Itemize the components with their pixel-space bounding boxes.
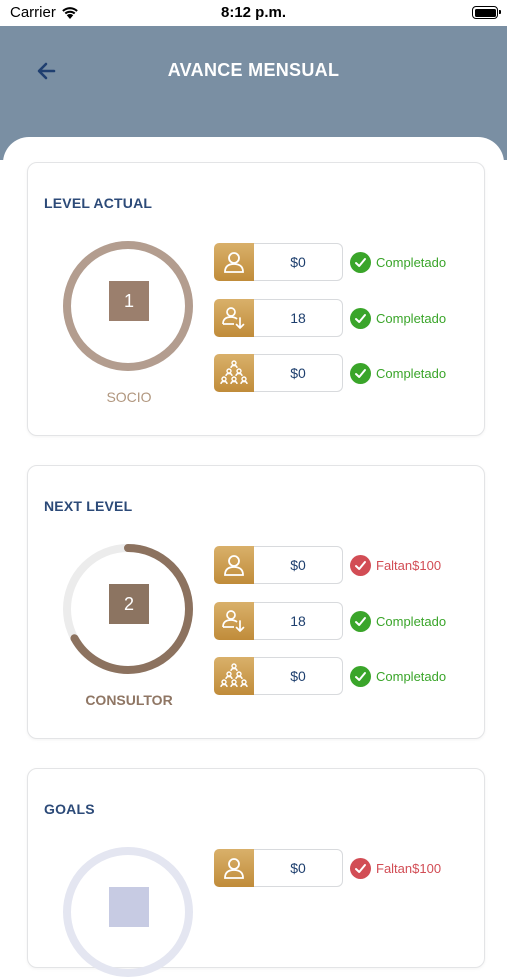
metric-value: $0 bbox=[254, 354, 343, 392]
card-title: GOALS bbox=[44, 801, 95, 817]
check-circle-icon bbox=[350, 362, 371, 384]
check-circle-icon bbox=[350, 554, 371, 576]
status-bar: Carrier 8:12 p.m. bbox=[0, 0, 507, 26]
level-number-badge: 2 bbox=[109, 584, 149, 624]
content-sheet: LEVEL ACTUAL 1 SOCIO $0 Completado 18 Co… bbox=[3, 137, 504, 977]
person-download-icon bbox=[214, 299, 254, 337]
status-indicator: Completado bbox=[350, 362, 446, 384]
team-pyramid-icon bbox=[214, 657, 254, 695]
status-indicator: Completado bbox=[350, 251, 446, 273]
metric-value: 18 bbox=[254, 299, 343, 337]
person-icon bbox=[214, 243, 254, 281]
person-icon bbox=[214, 849, 254, 887]
card-title: NEXT LEVEL bbox=[44, 498, 133, 514]
level-name: SOCIO bbox=[106, 389, 152, 405]
metric-value: $0 bbox=[254, 657, 343, 695]
check-circle-icon bbox=[350, 610, 371, 632]
metric-value: $0 bbox=[254, 849, 343, 887]
card-title: LEVEL ACTUAL bbox=[44, 195, 153, 211]
status-text: Completado bbox=[376, 310, 447, 326]
status-indicator: Faltan$100 bbox=[350, 554, 441, 576]
team-pyramid-icon bbox=[214, 354, 254, 392]
next-level-card: NEXT LEVEL 2 CONSULTOR $0 Faltan$100 18 bbox=[27, 465, 485, 739]
metric-value: $0 bbox=[254, 546, 343, 584]
battery-icon bbox=[472, 6, 501, 19]
status-text: Completado bbox=[376, 254, 447, 270]
person-download-icon bbox=[214, 602, 254, 640]
status-indicator: Completado bbox=[350, 610, 446, 632]
check-circle-icon bbox=[350, 665, 371, 687]
goals-badge bbox=[109, 887, 149, 927]
page-title: AVANCE MENSUAL bbox=[167, 60, 340, 80]
check-circle-icon bbox=[350, 307, 371, 329]
level-number-badge: 1 bbox=[109, 281, 149, 321]
person-icon bbox=[214, 546, 254, 584]
check-circle-icon bbox=[350, 857, 371, 879]
status-text: Faltan$100 bbox=[376, 860, 442, 876]
status-text: Faltan$100 bbox=[376, 557, 442, 573]
status-text: Completado bbox=[376, 365, 447, 381]
status-text: Completado bbox=[376, 613, 447, 629]
current-level-card: LEVEL ACTUAL 1 SOCIO $0 Completado 18 Co… bbox=[27, 162, 485, 436]
status-indicator: Completado bbox=[350, 307, 446, 329]
goals-card: GOALS $0 Faltan$100 bbox=[27, 768, 485, 977]
status-indicator: Completado bbox=[350, 665, 446, 687]
check-circle-icon bbox=[350, 251, 371, 273]
metric-value: 18 bbox=[254, 602, 343, 640]
level-name: CONSULTOR bbox=[85, 692, 173, 708]
status-text: Completado bbox=[376, 668, 447, 684]
status-indicator: Faltan$100 bbox=[350, 857, 441, 879]
clock: 8:12 p.m. bbox=[220, 4, 287, 21]
metric-value: $0 bbox=[254, 243, 343, 281]
